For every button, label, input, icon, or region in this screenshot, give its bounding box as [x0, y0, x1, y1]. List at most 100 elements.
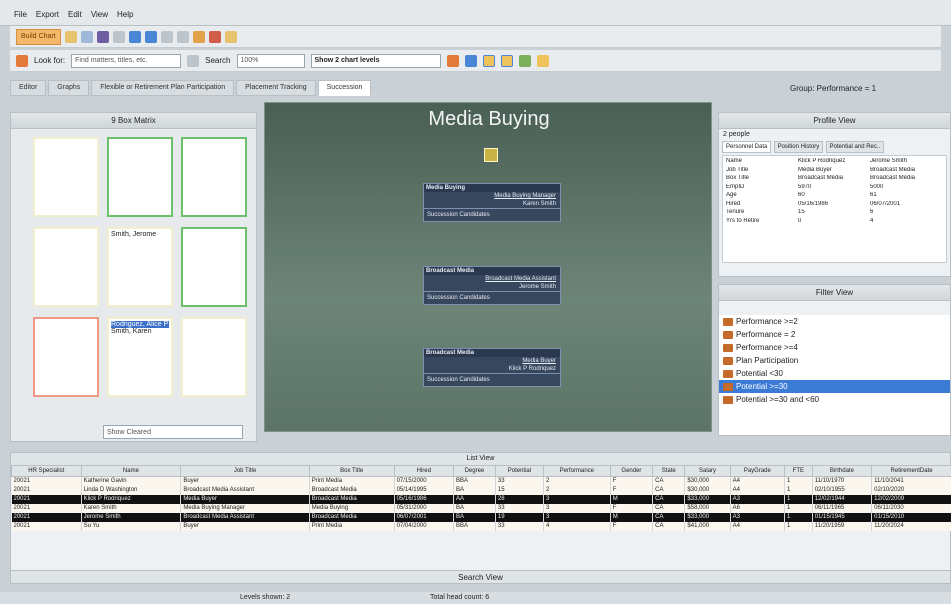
cut-icon[interactable]: [160, 30, 173, 43]
column-header[interactable]: HR Specialist: [11, 465, 82, 477]
filter-item[interactable]: Plan Participation: [719, 354, 950, 367]
matrix-person[interactable]: Smith, Karen: [111, 328, 169, 335]
filter-item[interactable]: Performance >=4: [719, 341, 950, 354]
layout-vertical-icon[interactable]: [464, 54, 477, 67]
column-header[interactable]: Degree: [453, 465, 496, 477]
table-row[interactable]: 20021 Linda D Washington Broadcast Media A…: [11, 485, 951, 495]
table-cell: 01/15/2010: [871, 512, 951, 522]
column-header[interactable]: Box Title: [308, 465, 395, 477]
clear-icon[interactable]: [187, 54, 200, 67]
layout-box-icon[interactable]: [482, 54, 495, 67]
table-row[interactable]: 20021 Jerome Smith Broadcast Media Assista…: [11, 512, 951, 522]
table-cell: $33,000: [684, 512, 731, 522]
column-header[interactable]: PayGrade: [729, 465, 785, 477]
tab-succession[interactable]: Succession: [317, 80, 372, 96]
menu-view[interactable]: View: [91, 10, 108, 25]
column-header[interactable]: Birthdate: [811, 465, 873, 477]
tab-flexible[interactable]: Flexible or Retirement Plan Participatio…: [91, 80, 235, 96]
search-button[interactable]: Search: [205, 56, 230, 65]
table-cell: 11/20/2024: [871, 521, 951, 531]
column-header[interactable]: RetirementDate: [871, 465, 951, 477]
tab-potential[interactable]: Potential and Rec..: [825, 141, 885, 153]
tab-position-history[interactable]: Position History: [773, 141, 824, 153]
menu-export[interactable]: Export: [36, 10, 59, 25]
chart-levels-select[interactable]: Show 2 chart levels: [310, 53, 441, 68]
table-cell: 1: [784, 512, 813, 522]
matrix-cell[interactable]: [33, 227, 99, 307]
table-row[interactable]: 20021 Katherine Gavin Buyer Print Media 07/1…: [11, 476, 951, 486]
node-title[interactable]: Media Buyer: [424, 357, 560, 365]
column-header[interactable]: Job Title: [180, 465, 310, 477]
column-header[interactable]: Name: [80, 465, 182, 477]
table-cell: $41,000: [684, 521, 731, 531]
matrix-cell[interactable]: [181, 137, 247, 217]
build-chart-button[interactable]: Build Chart: [16, 28, 61, 45]
node-dept: Broadcast Media: [424, 349, 560, 357]
matrix-cell[interactable]: Smith, Jerome: [107, 227, 173, 307]
matrix-cell[interactable]: [107, 137, 173, 217]
table-row[interactable]: 20021 Klick P Rodriquez Media Buyer Broadca…: [11, 494, 951, 504]
column-header[interactable]: State: [652, 465, 686, 477]
undo-icon[interactable]: [128, 30, 141, 43]
tab-personnel-data[interactable]: Personnel Data: [722, 141, 772, 153]
expand-icon[interactable]: [484, 148, 498, 162]
table-cell: Klick P Rodriquez: [81, 494, 182, 504]
column-header[interactable]: Salary: [684, 465, 731, 477]
node-title[interactable]: Media Buying Manager: [424, 192, 560, 200]
matrix-cell[interactable]: [33, 137, 99, 217]
search-view-bar[interactable]: Search View: [10, 570, 951, 584]
column-header[interactable]: Gender: [609, 465, 654, 477]
column-header[interactable]: Hired: [393, 465, 455, 477]
profile-cell: 0: [798, 217, 802, 224]
succession-candidates[interactable]: Succession Candidates: [424, 208, 560, 221]
open-icon[interactable]: [64, 30, 77, 43]
org-node[interactable]: Media Buying Media Buying Manager Karen …: [423, 183, 561, 222]
layout-tree-icon[interactable]: [518, 54, 531, 67]
table-row[interactable]: 20021 Su Yu Buyer Print Media 07/04/2000 BBA 3…: [11, 521, 951, 531]
column-header[interactable]: FTE: [783, 465, 813, 477]
print-icon[interactable]: [112, 30, 125, 43]
table-cell: 02/10/2020: [871, 485, 951, 495]
menu-file[interactable]: File: [14, 10, 27, 25]
profile-cell: 5000: [870, 183, 884, 190]
menu-help[interactable]: Help: [117, 10, 133, 25]
paste-icon[interactable]: [176, 30, 189, 43]
org-chart-canvas[interactable]: Media Buying Media Buying Media Buying M…: [264, 102, 712, 432]
copy-icon[interactable]: [80, 30, 93, 43]
filter-item[interactable]: Performance >=2: [719, 315, 950, 328]
matrix-cell[interactable]: Rodriguez, Alice P Smith, Karen: [107, 317, 173, 397]
matrix-cell[interactable]: [181, 227, 247, 307]
lightbulb-icon[interactable]: [536, 54, 549, 67]
redo-icon[interactable]: [144, 30, 157, 43]
matrix-cell[interactable]: [33, 317, 99, 397]
show-cleared-select[interactable]: Show Cleared: [103, 425, 243, 439]
export-icon[interactable]: [192, 30, 205, 43]
layout-grid-icon[interactable]: [500, 54, 513, 67]
filter-item[interactable]: Potential >=30 and <60: [719, 393, 950, 406]
table-row[interactable]: 20021 Karen Smith Media Buying Manager Medi…: [11, 503, 951, 513]
filter-item[interactable]: Performance = 2: [719, 328, 950, 341]
filter-item[interactable]: Potential >=30: [719, 380, 950, 393]
succession-candidates[interactable]: Succession Candidates: [424, 373, 560, 386]
tab-graphs[interactable]: Graphs: [48, 80, 90, 96]
matrix-person[interactable]: Smith, Jerome: [111, 231, 169, 238]
folder-icon[interactable]: [224, 30, 237, 43]
menu-edit[interactable]: Edit: [68, 10, 82, 25]
highlight-icon[interactable]: [446, 54, 459, 67]
matrix-cell[interactable]: [181, 317, 247, 397]
zoom-select[interactable]: 100%: [236, 53, 305, 68]
save-icon[interactable]: [96, 30, 109, 43]
column-header[interactable]: Potential: [494, 465, 544, 477]
tab-placement[interactable]: Placement Tracking: [236, 80, 316, 96]
column-header[interactable]: Performance: [542, 465, 611, 477]
org-node[interactable]: Broadcast Media Media Buyer Klick P Rodr…: [423, 348, 561, 387]
org-node[interactable]: Broadcast Media Broadcast Media Assistan…: [423, 266, 561, 305]
node-title[interactable]: Broadcast Media Assistant: [424, 275, 560, 283]
table-cell: F: [610, 476, 654, 486]
succession-candidates[interactable]: Succession Candidates: [424, 291, 560, 304]
matrix-person[interactable]: Rodriguez, Alice P: [111, 321, 169, 328]
look-for-input[interactable]: Find matters, titles, etc.: [71, 53, 182, 68]
filter-item[interactable]: Potential <30: [719, 367, 950, 380]
delete-icon[interactable]: [208, 30, 221, 43]
tab-editor[interactable]: Editor: [10, 80, 47, 96]
